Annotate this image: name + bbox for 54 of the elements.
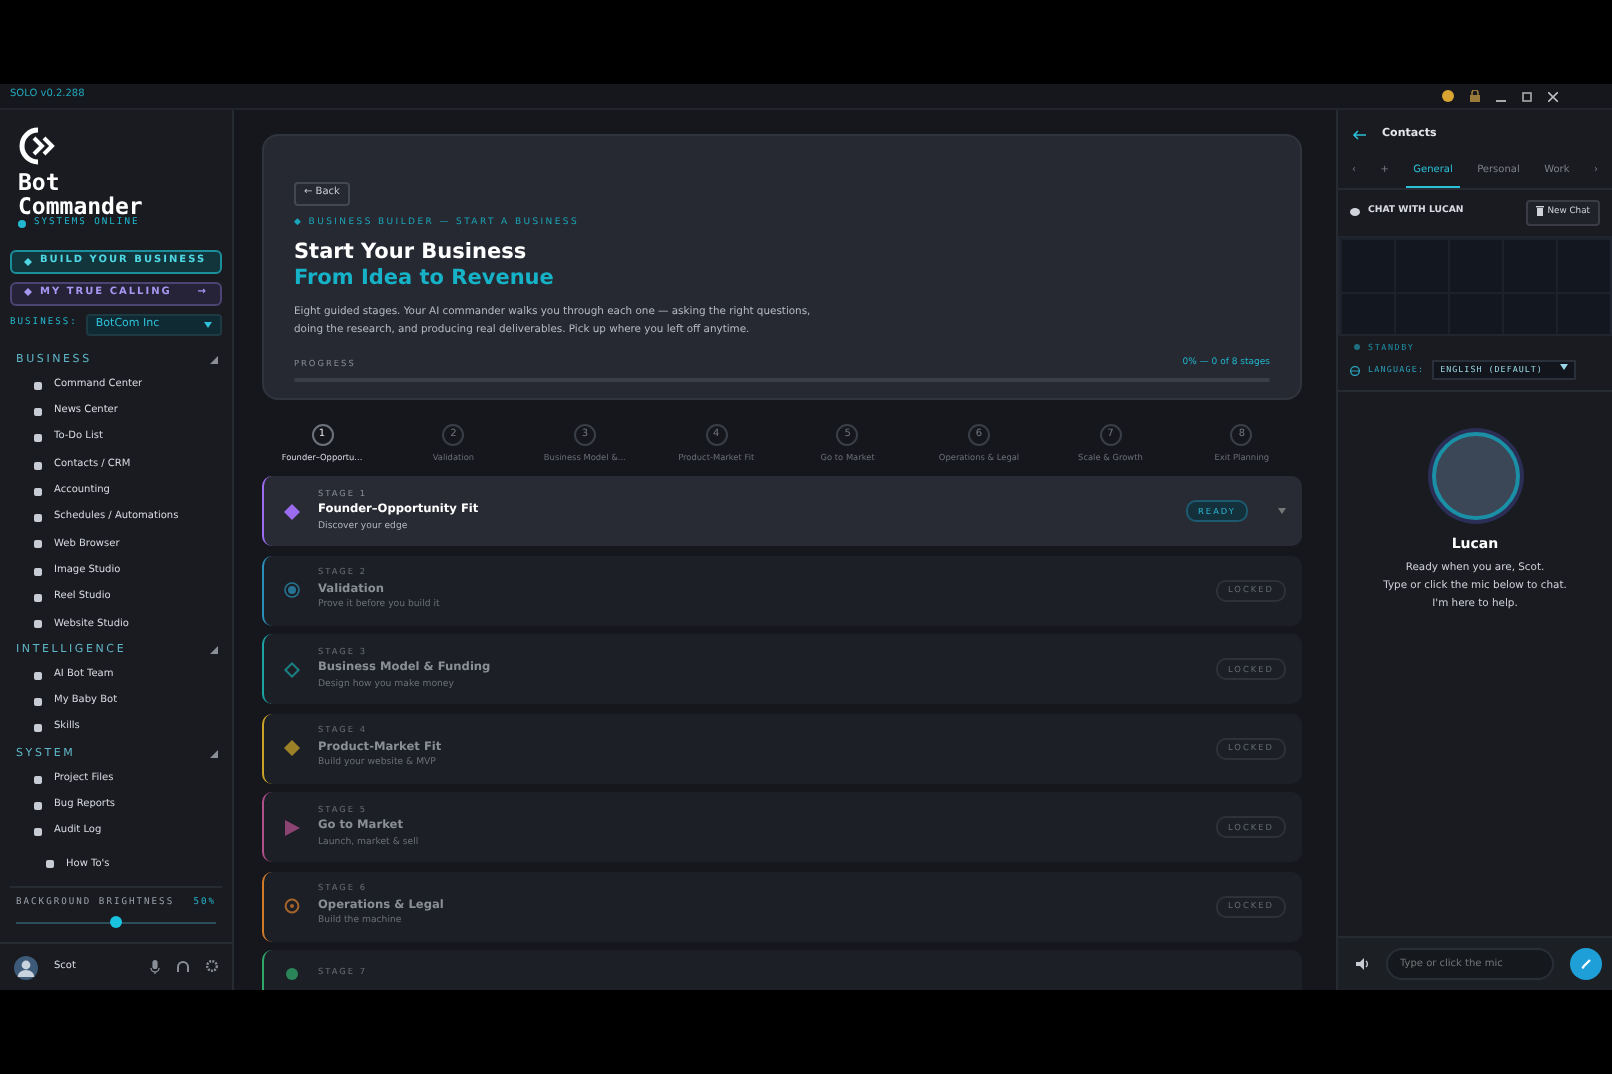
stage-icon xyxy=(284,582,300,599)
bullet-icon xyxy=(34,434,42,443)
bullet-icon xyxy=(34,487,42,496)
bullet-icon xyxy=(34,594,42,603)
stage-icon xyxy=(284,898,300,915)
lock-icon[interactable] xyxy=(1470,90,1480,102)
bullet-icon xyxy=(34,381,42,390)
caret-icon xyxy=(1560,364,1569,371)
brightness-slider[interactable] xyxy=(16,916,216,928)
stage-icon xyxy=(284,503,300,520)
bullet-icon xyxy=(34,461,42,470)
trash-icon xyxy=(1535,205,1544,215)
status-dot-icon xyxy=(1354,344,1360,351)
maximize-icon[interactable] xyxy=(1522,91,1532,101)
caret-icon xyxy=(204,322,212,328)
bullet-icon xyxy=(46,860,54,869)
chat-icon xyxy=(1350,208,1360,217)
bullet-icon xyxy=(34,620,42,629)
hero-subtitle: From Idea to Revenue xyxy=(294,265,556,292)
bullet-icon xyxy=(34,514,42,523)
close-icon[interactable] xyxy=(1548,91,1558,101)
collapse-caret-icon[interactable] xyxy=(210,749,218,758)
status-dot-icon xyxy=(18,220,26,229)
brand-name: Bot Commander xyxy=(18,170,145,218)
bullet-icon xyxy=(34,724,42,733)
bullet-icon xyxy=(34,801,42,810)
collapse-caret-icon[interactable] xyxy=(210,356,218,364)
coin-icon[interactable] xyxy=(1442,90,1454,102)
slider-thumb[interactable] xyxy=(110,916,122,928)
bullet-icon xyxy=(34,540,42,549)
bullet-icon xyxy=(34,567,42,576)
stage-icon xyxy=(284,966,300,983)
globe-icon xyxy=(1350,365,1360,376)
headphones-icon[interactable] xyxy=(176,960,190,972)
hero-title: Start Your Business xyxy=(294,239,529,266)
settings-icon[interactable] xyxy=(206,960,218,972)
logo-icon xyxy=(18,126,58,166)
avatar-icon[interactable] xyxy=(14,955,38,979)
mic-button[interactable] xyxy=(1570,948,1602,980)
bullet-icon xyxy=(34,671,42,680)
bullet-icon xyxy=(34,828,42,837)
diamond-icon xyxy=(24,258,32,266)
bullet-icon xyxy=(34,697,42,706)
stage-icon xyxy=(284,740,300,757)
diamond-icon xyxy=(24,287,32,296)
avatar-photo xyxy=(1431,432,1519,521)
bullet-icon xyxy=(34,775,42,783)
stage-icon xyxy=(284,819,300,836)
back-arrow-icon[interactable] xyxy=(1352,129,1366,139)
bullet-icon xyxy=(34,407,42,416)
stage-icon xyxy=(284,661,300,678)
speaker-icon[interactable] xyxy=(1356,958,1370,970)
collapse-caret-icon[interactable] xyxy=(210,645,218,654)
caret-icon xyxy=(1278,508,1286,515)
